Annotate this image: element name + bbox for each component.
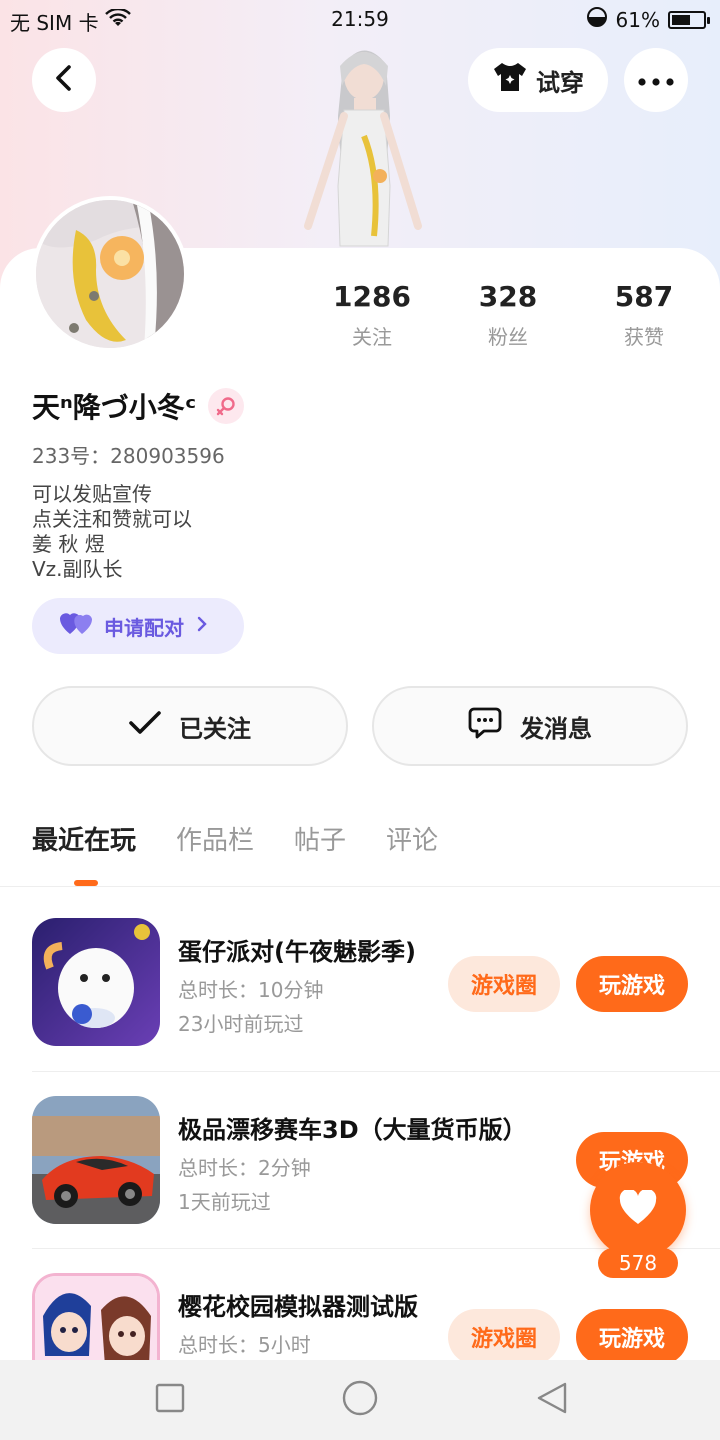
bio-line: 可以发贴宣传: [32, 482, 152, 506]
try-on-label: 试穿: [536, 68, 584, 97]
stat-label: 关注: [352, 325, 392, 349]
game-duration: 总时长：10分钟: [178, 978, 324, 1002]
avatar-3d-figure: [288, 36, 438, 250]
more-button[interactable]: [624, 48, 688, 112]
stat-likes[interactable]: 587 获赞: [576, 280, 712, 350]
battery-fill: [672, 14, 690, 25]
status-bar: 无 SIM 卡 21:59 61%: [0, 0, 720, 38]
tab-comments[interactable]: 评论: [386, 820, 438, 857]
stat-value: 328: [478, 280, 538, 313]
battery-percent: 61%: [615, 7, 660, 32]
game-last-played: 23小时前玩过: [178, 1012, 304, 1036]
try-on-button[interactable]: 试穿: [468, 48, 608, 112]
tshirt-icon: [492, 61, 528, 99]
game-icon-drift-racing: [32, 1096, 160, 1224]
list-item[interactable]: 蛋仔派对(午夜魅影季) 总时长：10分钟 23小时前玩过 游戏圈 玩游戏: [32, 918, 688, 1094]
game-circle-button[interactable]: 游戏圈: [448, 956, 560, 1012]
game-icon-sakura-school: [32, 1273, 160, 1360]
game-name: 蛋仔派对(午夜魅影季): [178, 938, 416, 966]
status-right: 61%: [586, 6, 710, 33]
play-game-button[interactable]: 玩游戏: [576, 1309, 688, 1360]
followed-button[interactable]: 已关注: [32, 686, 348, 766]
recent-apps-button[interactable]: [152, 1382, 188, 1418]
apply-match-label: 申请配对: [104, 615, 184, 640]
profile-stats: 1286 关注 328 粉丝 587 获赞: [304, 280, 712, 350]
chevron-right-icon: [196, 614, 208, 638]
game-icon-eggy-party: [32, 918, 160, 1046]
back-nav-button[interactable]: [534, 1382, 570, 1418]
triangle-back-icon: [535, 1381, 569, 1419]
send-message-label: 发消息: [520, 714, 592, 743]
tab-posts[interactable]: 帖子: [294, 820, 346, 857]
system-nav-bar: [0, 1360, 720, 1440]
floating-like-button[interactable]: [590, 1162, 686, 1258]
heart-icon: [618, 1188, 658, 1230]
apply-match-button[interactable]: 申请配对: [32, 598, 244, 654]
stat-value: 1286: [333, 280, 411, 313]
avatar[interactable]: [32, 196, 188, 352]
send-message-button[interactable]: 发消息: [372, 686, 688, 766]
followed-label: 已关注: [179, 714, 251, 743]
stat-label: 粉丝: [488, 325, 528, 349]
game-circle-button[interactable]: 游戏圈: [448, 1309, 560, 1360]
game-duration: 总时长：5小时: [178, 1333, 311, 1357]
list-item[interactable]: 极品漂移赛车3D（大量货币版） 总时长：2分钟 1天前玩过 玩游戏: [32, 1096, 688, 1272]
like-count-badge: 578: [598, 1248, 678, 1278]
female-icon: [208, 388, 245, 424]
home-button[interactable]: [340, 1380, 380, 1420]
data-saver-icon: [586, 6, 608, 33]
nickname: 天ⁿ降づ小冬ᶜ: [32, 391, 197, 424]
game-name: 樱花校园模拟器测试版: [178, 1293, 418, 1321]
tabs-divider: [0, 886, 720, 887]
list-divider: [32, 1071, 720, 1072]
tab-recently-played[interactable]: 最近在玩: [32, 820, 136, 857]
stat-label: 获赞: [624, 325, 664, 349]
game-name: 极品漂移赛车3D（大量货币版）: [178, 1116, 527, 1144]
game-duration: 总时长：2分钟: [178, 1156, 311, 1180]
chevron-left-icon: [52, 64, 76, 96]
more-dots-icon: [638, 71, 674, 90]
square-icon: [155, 1383, 185, 1417]
circle-icon: [341, 1379, 379, 1421]
user-id: 233号：280903596: [32, 444, 225, 468]
double-heart-icon: [60, 612, 92, 641]
chat-bubble-icon: [468, 707, 502, 745]
bio-line: 姜 秋 煜: [32, 532, 105, 556]
bio-line: Vz.副队长: [32, 557, 123, 581]
tab-works[interactable]: 作品栏: [176, 820, 254, 857]
stat-following[interactable]: 1286 关注: [304, 280, 440, 350]
play-game-button[interactable]: 玩游戏: [576, 956, 688, 1012]
bio-line: 点关注和赞就可以: [32, 507, 192, 531]
stat-followers[interactable]: 328 粉丝: [440, 280, 576, 350]
list-item[interactable]: 樱花校园模拟器测试版 总时长：5小时 游戏圈 玩游戏: [32, 1273, 688, 1360]
back-button[interactable]: [32, 48, 96, 112]
battery-icon: [668, 10, 710, 29]
profile-tabs: 最近在玩 作品栏 帖子 评论: [32, 820, 438, 857]
game-last-played: 1天前玩过: [178, 1190, 271, 1214]
nickname-row: 天ⁿ降づ小冬ᶜ: [32, 386, 245, 426]
bio: 可以发贴宣传 点关注和赞就可以 姜 秋 煜 Vz.副队长: [32, 482, 192, 582]
check-icon: [129, 711, 161, 741]
stat-value: 587: [614, 280, 674, 313]
